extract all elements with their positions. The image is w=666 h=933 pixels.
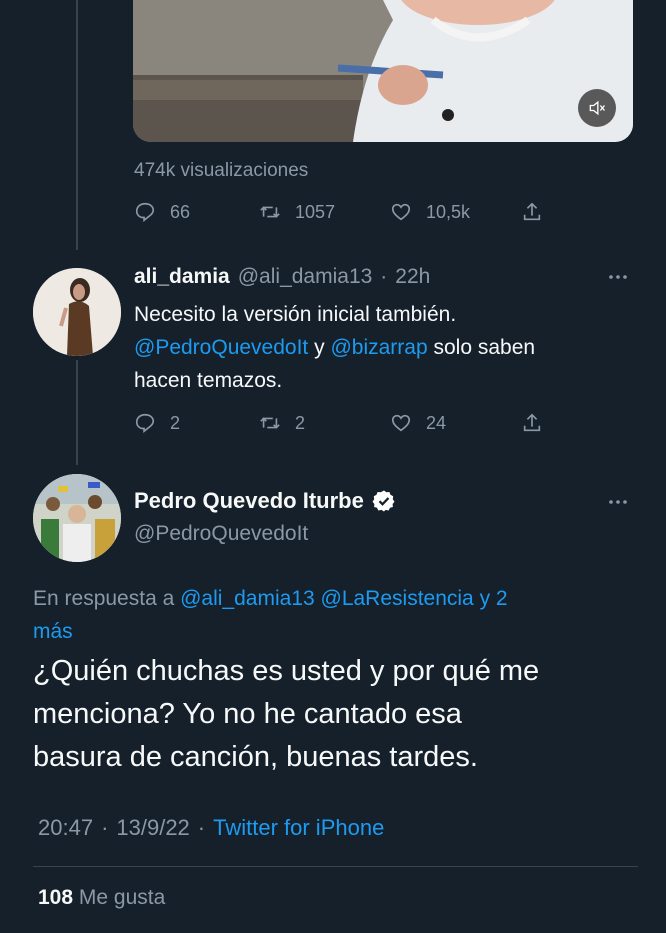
reply-time[interactable]: 22h (395, 265, 430, 289)
view-count: 474k visualizaciones (134, 160, 309, 181)
retweet-icon (260, 417, 280, 429)
mute-button[interactable] (578, 89, 616, 127)
reply-header: ali_damia @ali_damia13 · 22h (134, 265, 430, 289)
share-icon (523, 413, 541, 432)
tweet-date[interactable]: 13/9/22 (116, 815, 189, 841)
reply-count: 66 (170, 201, 191, 222)
tweet-time[interactable]: 20:47 (38, 815, 93, 841)
reply-reply-button[interactable]: 2 (134, 412, 180, 434)
retweet-button[interactable]: 1057 (259, 201, 335, 223)
reply-sep: · (380, 265, 388, 288)
likes-count: 108 (38, 886, 74, 909)
share-button[interactable] (521, 201, 543, 223)
retweet-icon (260, 206, 280, 218)
like-count: 10,5k (426, 201, 471, 222)
reply-button[interactable]: 66 (134, 201, 190, 223)
likes-summary[interactable]: 108 Me gusta (38, 886, 165, 910)
mention-pedro[interactable]: @PedroQuevedoIt (134, 336, 308, 359)
mention-bizarrap[interactable]: @bizarrap (330, 336, 427, 359)
retweet-count: 1057 (295, 201, 336, 222)
like-button[interactable]: 10,5k (390, 201, 470, 223)
reply-text-line3: hacen temazos. (134, 369, 283, 392)
thread-line-top (76, 0, 78, 250)
reply-icon (135, 202, 155, 222)
avatar-pedro[interactable] (33, 474, 121, 562)
reply-like-count: 24 (426, 412, 447, 433)
reply-text-line2: @PedroQuevedoIt y @bizarrap solo saben (134, 331, 634, 364)
main-more-button[interactable] (606, 490, 630, 519)
in-reply-mentions[interactable]: @ali_damia13 @LaResistencia y 2 (180, 587, 507, 610)
avatar-ali-damia[interactable] (33, 268, 121, 356)
tweet-client[interactable]: Twitter for iPhone (213, 815, 384, 841)
verified-badge-icon (372, 490, 395, 512)
avatar-image (33, 268, 121, 356)
reply-retweet-count: 2 (295, 412, 306, 433)
mute-icon (589, 100, 606, 116)
reply-reply-count: 2 (170, 412, 181, 433)
heart-icon (391, 414, 411, 432)
meta-dot-1: · (101, 815, 109, 840)
main-text-line3: basura de canción, buenas tardes. (33, 741, 478, 773)
in-reply-to: En respuesta a @ali_damia13 @LaResistenc… (33, 582, 633, 648)
reply-retweet-button[interactable]: 2 (259, 412, 305, 434)
reply-text: Necesito la versión inicial también. @Pe… (134, 298, 634, 397)
reply-like-button[interactable]: 24 (390, 412, 446, 434)
reply-text-line1: Necesito la versión inicial también. (134, 303, 457, 326)
main-text-line2: menciona? Yo no he cantado esa (33, 698, 462, 730)
main-author-handle[interactable]: @PedroQuevedoIt (134, 522, 308, 546)
meta-dot-2: · (197, 815, 206, 840)
reply-conj: y (314, 336, 325, 359)
main-text-line1: ¿Quién chuchas es usted y por qué me (33, 655, 540, 687)
reply-line2-rest: solo saben (433, 336, 536, 359)
reply-share-button[interactable] (521, 412, 543, 434)
reply-author-handle[interactable]: @ali_damia13 (238, 265, 373, 289)
more-icon (609, 275, 627, 279)
video-thumbnail[interactable] (133, 0, 633, 142)
thread-line-bottom (76, 360, 78, 465)
video-frame-image (133, 0, 633, 142)
likes-label: Me gusta (78, 886, 166, 909)
share-icon (523, 202, 541, 221)
tweet-meta: 20:47 · 13/9/22 · Twitter for iPhone (38, 815, 384, 841)
in-reply-prefix: En respuesta a (33, 587, 175, 610)
reply-author-name[interactable]: ali_damia (134, 265, 230, 289)
main-author-name[interactable]: Pedro Quevedo Iturbe (134, 488, 364, 514)
main-tweet-text: ¿Quién chuchas es usted y por qué me men… (33, 650, 643, 779)
divider (33, 866, 638, 867)
main-author[interactable]: Pedro Quevedo Iturbe (134, 488, 396, 514)
more-button[interactable] (606, 265, 630, 294)
avatar-image (33, 474, 121, 562)
heart-icon (391, 203, 411, 221)
more-icon (609, 500, 627, 504)
in-reply-more[interactable]: más (33, 620, 73, 643)
reply-icon (135, 413, 155, 433)
